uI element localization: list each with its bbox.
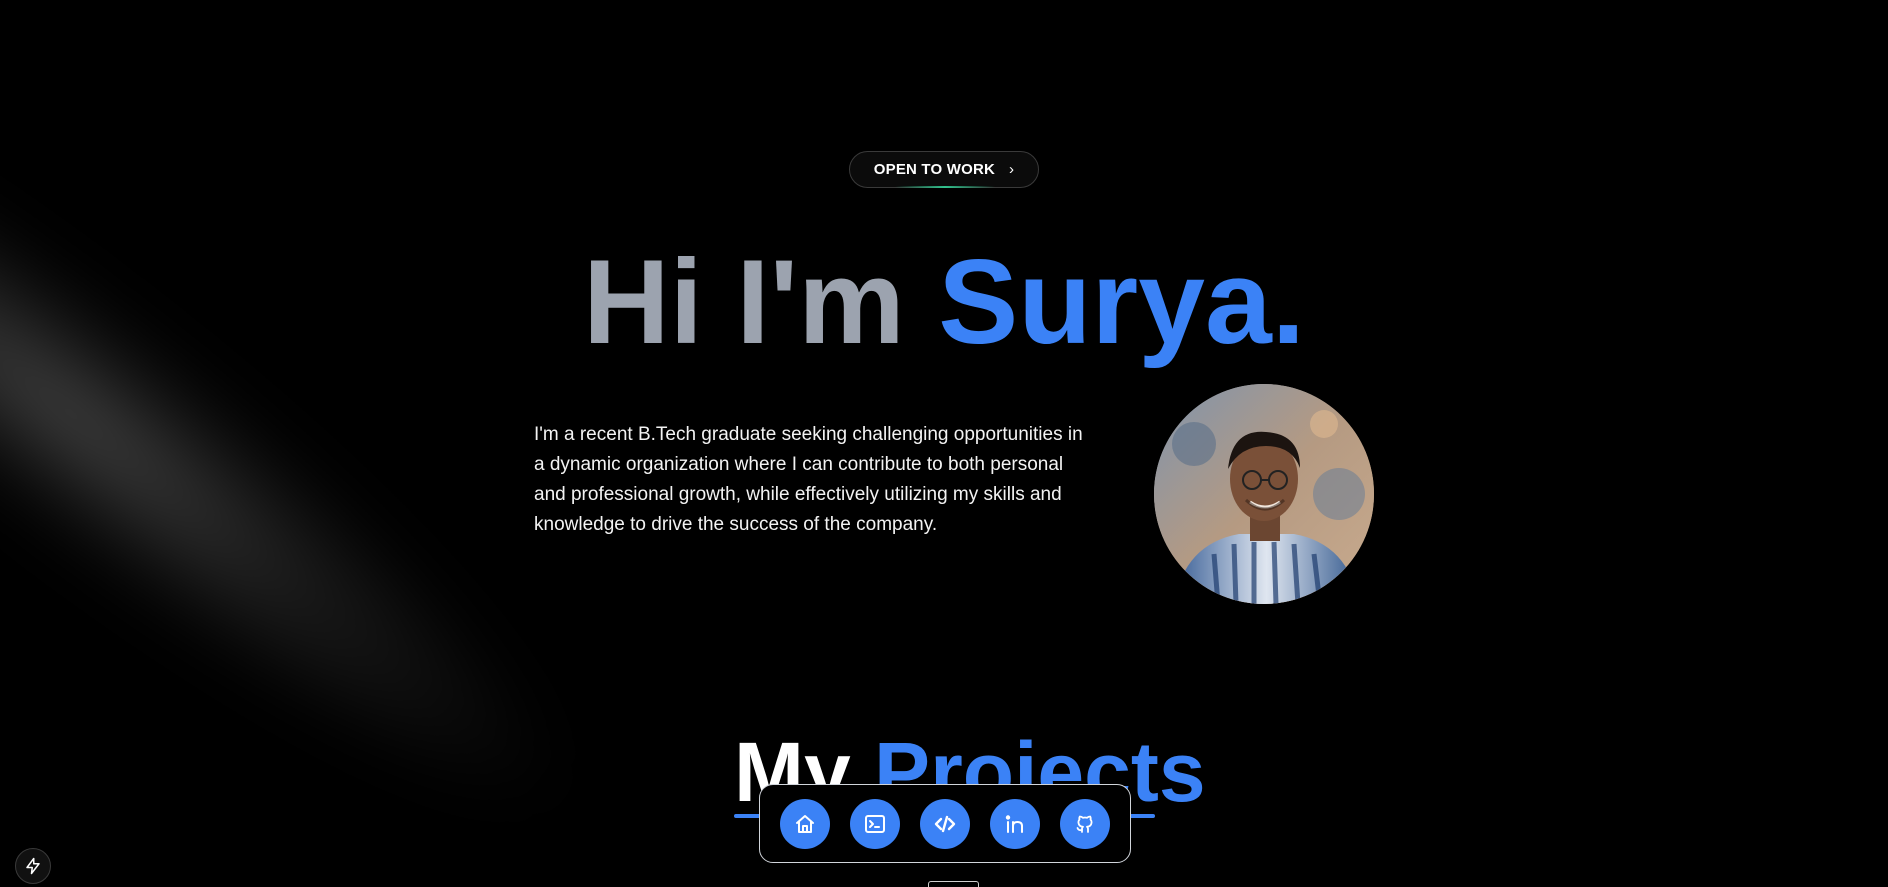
hero-heading: Hi I'm Surya. [0,232,1888,372]
hero-name: Surya. [938,235,1306,369]
home-icon [796,814,814,833]
chevron-right-icon: › [1009,161,1015,178]
code-icon [934,815,956,832]
github-button[interactable] [1060,798,1110,849]
github-icon [1076,815,1093,833]
home-button[interactable] [780,798,830,849]
terminal-icon [865,814,885,833]
hero-greeting: Hi I'm [582,235,905,369]
portfolio-page: OPEN TO WORK › Hi I'm Surya. I'm a recen… [0,0,1888,887]
avatar [1154,384,1374,604]
open-to-work-badge[interactable]: OPEN TO WORK › [849,151,1039,188]
linkedin-icon [1005,814,1023,833]
next-section-card-edge [928,881,979,887]
hero-bio: I'm a recent B.Tech graduate seeking cha… [534,424,1083,535]
code-button[interactable] [920,798,970,849]
floating-dock [759,784,1131,863]
badge-label: OPEN TO WORK [873,161,996,178]
terminal-button[interactable] [850,798,900,849]
linkedin-button[interactable] [990,798,1040,849]
avatar-photo [1154,384,1374,604]
corner-action-button[interactable] [15,848,51,884]
badge-glow-line [895,186,995,188]
lightning-icon [26,857,40,875]
